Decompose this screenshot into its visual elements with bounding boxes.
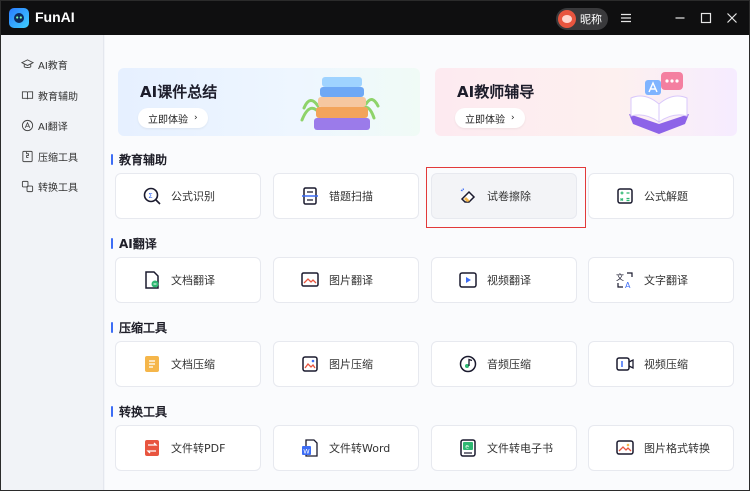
card-label: 文件转PDF	[171, 442, 226, 455]
app-title: FunAI	[35, 9, 75, 25]
card-label: 音频压缩	[487, 358, 531, 371]
card-label: 公式解题	[644, 190, 688, 203]
card-file-to-word[interactable]: W 文件转Word	[273, 425, 419, 471]
pdf-convert-icon	[141, 437, 163, 459]
svg-text:文: 文	[616, 272, 624, 282]
card-label: 文档翻译	[171, 274, 215, 287]
sidebar: AI教育 教育辅助 AI翻译 压缩工具 转换工具	[1, 35, 104, 490]
stacked-books-icon	[300, 77, 380, 130]
app-window: FunAI 昵称 AI教育 教育辅助 AI翻译 压缩工具 转换工具 AI课件总结…	[0, 0, 750, 491]
card-label: 公式识别	[171, 190, 215, 203]
formula-recognition-icon: Σ	[141, 185, 163, 207]
ebook-convert-icon: e	[457, 437, 479, 459]
card-file-to-pdf[interactable]: 文件转PDF	[115, 425, 261, 471]
app-logo-icon	[9, 8, 29, 28]
card-document-translate[interactable]: 文档翻译	[115, 257, 261, 303]
card-video-translate[interactable]: 视频翻译	[431, 257, 577, 303]
minimize-icon[interactable]	[671, 9, 689, 27]
title-bar: FunAI 昵称	[1, 1, 749, 35]
video-translate-icon	[457, 269, 479, 291]
section-title-education-assist: 教育辅助	[111, 151, 167, 168]
calculator-icon	[614, 185, 636, 207]
sidebar-item-label: AI翻译	[38, 121, 68, 133]
maximize-icon[interactable]	[697, 9, 715, 27]
audio-compress-icon	[457, 353, 479, 375]
sidebar-item-label: 教育辅助	[38, 91, 78, 103]
convert-icon	[21, 180, 34, 192]
svg-text:Σ: Σ	[148, 192, 152, 200]
svg-text:e: e	[465, 444, 469, 451]
card-wrong-question-scan[interactable]: 错题扫描	[273, 173, 419, 219]
open-book-chat-icon	[629, 72, 689, 134]
main-content: AI课件总结 立即体验 › AI教师辅导 立即体验 › 教育辅助 Σ 公式识别 …	[105, 35, 749, 490]
card-label: 文件转电子书	[487, 442, 553, 455]
card-label: 文档压缩	[171, 358, 215, 371]
avatar	[558, 10, 576, 28]
banner-title: AI课件总结	[140, 83, 218, 101]
card-text-translate[interactable]: 文A 文字翻译	[588, 257, 734, 303]
try-now-button[interactable]: 立即体验 ›	[138, 108, 208, 128]
sidebar-item-education-assist[interactable]: 教育辅助	[1, 82, 104, 108]
card-label: 文字翻译	[644, 274, 688, 287]
highlight-box	[426, 167, 586, 228]
card-label: 文件转Word	[329, 442, 391, 455]
sidebar-item-label: 转换工具	[38, 182, 78, 194]
sidebar-item-label: AI教育	[38, 60, 68, 72]
text-translate-icon: 文A	[614, 269, 636, 291]
card-label: 图片格式转换	[644, 442, 710, 455]
card-label: 图片翻译	[329, 274, 373, 287]
section-title-ai-translate: AI翻译	[111, 235, 157, 252]
card-video-compress[interactable]: 视频压缩	[588, 341, 734, 387]
sidebar-item-compress-tools[interactable]: 压缩工具	[1, 143, 104, 169]
card-label: 图片压缩	[329, 358, 373, 371]
sidebar-item-convert-tools[interactable]: 转换工具	[1, 173, 104, 199]
document-compress-icon	[141, 353, 163, 375]
image-compress-icon	[299, 353, 321, 375]
card-label: 视频翻译	[487, 274, 531, 287]
word-convert-icon: W	[299, 437, 321, 459]
compress-icon	[22, 150, 33, 162]
image-format-icon	[614, 437, 636, 459]
book-icon	[21, 90, 34, 99]
card-formula-recognition[interactable]: Σ 公式识别	[115, 173, 261, 219]
menu-icon[interactable]	[617, 9, 635, 27]
svg-text:W: W	[303, 447, 310, 455]
card-file-to-ebook[interactable]: e 文件转电子书	[431, 425, 577, 471]
image-translate-icon	[299, 269, 321, 291]
graduation-cap-icon	[21, 58, 34, 68]
card-formula-solve[interactable]: 公式解题	[588, 173, 734, 219]
card-image-translate[interactable]: 图片翻译	[273, 257, 419, 303]
username: 昵称	[580, 13, 602, 26]
user-profile-button[interactable]: 昵称	[556, 8, 608, 30]
card-document-compress[interactable]: 文档压缩	[115, 341, 261, 387]
banner-title: AI教师辅导	[457, 83, 535, 101]
try-now-button[interactable]: 立即体验 ›	[455, 108, 525, 128]
section-title-compress-tools: 压缩工具	[111, 319, 167, 336]
card-label: 错题扫描	[329, 190, 373, 203]
card-audio-compress[interactable]: 音频压缩	[431, 341, 577, 387]
sidebar-item-ai-education[interactable]: AI教育	[1, 51, 104, 77]
banner-ai-courseware-summary[interactable]: AI课件总结 立即体验 ›	[118, 68, 420, 136]
close-icon[interactable]	[723, 9, 741, 27]
translate-icon	[21, 119, 34, 131]
document-translate-icon	[141, 269, 163, 291]
video-compress-icon	[614, 353, 636, 375]
card-image-compress[interactable]: 图片压缩	[273, 341, 419, 387]
sidebar-item-label: 压缩工具	[38, 152, 78, 164]
section-title-convert-tools: 转换工具	[111, 403, 167, 420]
sidebar-item-ai-translate[interactable]: AI翻译	[1, 112, 104, 138]
svg-text:A: A	[625, 281, 631, 290]
card-image-format-convert[interactable]: 图片格式转换	[588, 425, 734, 471]
scan-icon	[299, 185, 321, 207]
banner-ai-teacher-tutoring[interactable]: AI教师辅导 立即体验 ›	[435, 68, 737, 136]
card-label: 视频压缩	[644, 358, 688, 371]
